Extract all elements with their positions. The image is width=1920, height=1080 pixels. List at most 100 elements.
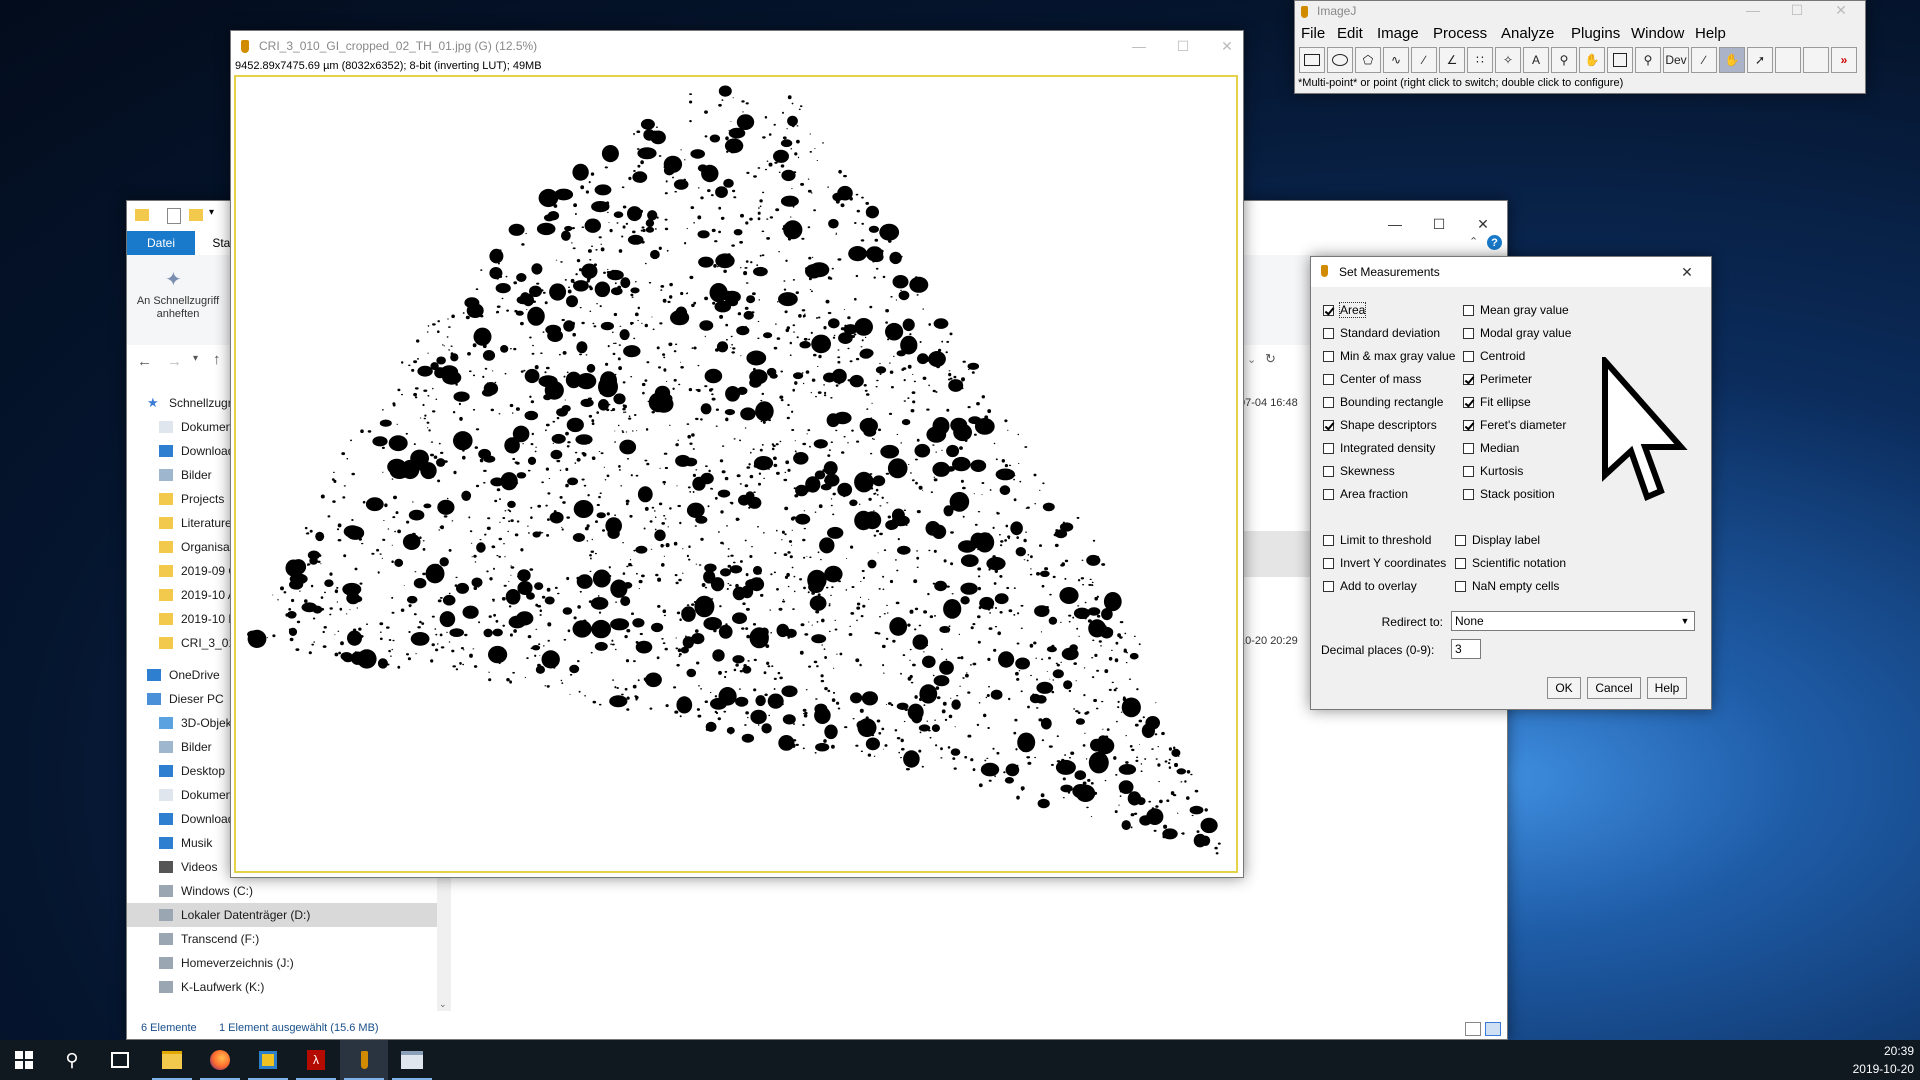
text-tool-icon[interactable]: A (1523, 47, 1549, 73)
checkbox-shape-descriptors[interactable]: Shape descriptors (1323, 418, 1437, 432)
checkbox-box[interactable] (1455, 534, 1466, 546)
freehand-tool-icon[interactable]: ∿ (1383, 47, 1409, 73)
polygon-tool-icon[interactable]: ⬠ (1355, 47, 1381, 73)
checkbox-feret-s-diameter[interactable]: Feret's diameter (1463, 418, 1566, 432)
checkbox-perimeter[interactable]: Perimeter (1463, 372, 1532, 386)
checkbox-box[interactable] (1323, 396, 1334, 408)
checkbox-median[interactable]: Median (1463, 441, 1519, 455)
checkbox-box[interactable] (1463, 442, 1474, 454)
up-arrow-icon[interactable]: ↑ (213, 351, 221, 368)
recent-dropdown-icon[interactable]: ▾ (193, 353, 198, 364)
cancel-button[interactable]: Cancel (1587, 677, 1641, 699)
checkbox-box[interactable] (1323, 580, 1334, 592)
chevron-down-icon[interactable]: ▼ (1678, 614, 1692, 628)
tab-datei[interactable]: Datei (127, 231, 195, 255)
redirect-select[interactable]: None ▼ (1451, 611, 1695, 631)
checkbox-box[interactable] (1455, 557, 1466, 569)
media-taskbar-icon[interactable] (388, 1040, 436, 1080)
app-taskbar-icon[interactable] (244, 1040, 292, 1080)
checkbox-modal-gray-value[interactable]: Modal gray value (1463, 326, 1571, 340)
multi-point-tool-icon[interactable]: ∷ (1467, 47, 1493, 73)
checkbox-box[interactable] (1323, 534, 1334, 546)
close-button[interactable]: ✕ (1665, 257, 1709, 287)
maximize-button[interactable]: ☐ (1775, 0, 1819, 25)
pencil-tool-icon[interactable]: ✋ (1719, 47, 1745, 73)
ribbon-collapse-icon[interactable]: ⌃ (1469, 235, 1478, 248)
checkbox-box[interactable] (1323, 442, 1334, 454)
checkbox-centroid[interactable]: Centroid (1463, 349, 1525, 363)
magnifier-tool-icon[interactable]: ⚲ (1551, 47, 1577, 73)
brush-tool-icon[interactable]: ∕ (1691, 47, 1717, 73)
hand-tool-icon[interactable]: ✋ (1579, 47, 1605, 73)
binary-particle-image[interactable] (236, 77, 1236, 871)
checkbox-box[interactable] (1323, 350, 1334, 362)
image-canvas[interactable] (234, 75, 1238, 873)
menu-window[interactable]: Window (1631, 25, 1684, 42)
checkbox-box[interactable] (1463, 488, 1474, 500)
checkbox-area[interactable]: Area (1323, 302, 1367, 318)
checkbox-mean-gray-value[interactable]: Mean gray value (1463, 303, 1569, 317)
checkbox-box[interactable] (1463, 373, 1474, 385)
checkbox-nan-empty-cells[interactable]: NaN empty cells (1455, 579, 1559, 593)
minimize-button[interactable]: — (1731, 0, 1775, 25)
task-view-icon[interactable] (96, 1040, 144, 1080)
line-tool-icon[interactable]: ∕ (1411, 47, 1437, 73)
nav-item[interactable]: Windows (C:) (127, 879, 437, 903)
checkbox-center-of-mass[interactable]: Center of mass (1323, 372, 1421, 386)
nav-item[interactable]: Homeverzeichnis (J:) (127, 951, 437, 975)
empty-tool-slot[interactable] (1775, 47, 1801, 73)
more-tools-icon[interactable]: » (1831, 47, 1857, 73)
checkbox-bounding-rectangle[interactable]: Bounding rectangle (1323, 395, 1443, 409)
system-clock[interactable]: 20:39 2019-10-20 (1840, 1042, 1914, 1078)
refresh-icon[interactable]: ↻ (1265, 351, 1276, 367)
checkbox-integrated-density[interactable]: Integrated density (1323, 441, 1435, 455)
checkbox-box[interactable] (1323, 327, 1334, 339)
oval-tool-icon[interactable] (1327, 47, 1353, 73)
wand-tool-icon[interactable]: ✧ (1495, 47, 1521, 73)
dev-tool-icon[interactable]: Dev (1663, 47, 1689, 73)
checkbox-kurtosis[interactable]: Kurtosis (1463, 464, 1523, 478)
checkbox-box[interactable] (1455, 580, 1466, 592)
checkbox-stack-position[interactable]: Stack position (1463, 487, 1555, 501)
checkbox-skewness[interactable]: Skewness (1323, 464, 1395, 478)
help-icon[interactable]: ? (1487, 235, 1502, 250)
ok-button[interactable]: OK (1547, 677, 1581, 699)
decimal-places-input[interactable]: 3 (1451, 639, 1481, 659)
close-button[interactable]: ✕ (1205, 31, 1249, 61)
checkbox-fit-ellipse[interactable]: Fit ellipse (1463, 395, 1531, 409)
back-arrow-icon[interactable]: ← (137, 353, 152, 370)
checkbox-standard-deviation[interactable]: Standard deviation (1323, 326, 1440, 340)
checkbox-limit-to-threshold[interactable]: Limit to threshold (1323, 533, 1431, 547)
checkbox-box[interactable] (1323, 373, 1334, 385)
pin-icon[interactable]: ✦ (165, 267, 182, 292)
file-explorer-taskbar-icon[interactable] (148, 1040, 196, 1080)
help-button[interactable]: Help (1647, 677, 1687, 699)
checkbox-area-fraction[interactable]: Area fraction (1323, 487, 1408, 501)
empty-tool-slot[interactable] (1803, 47, 1829, 73)
address-dropdown-icon[interactable]: ⌄ (1247, 353, 1256, 366)
checkbox-box[interactable] (1323, 488, 1334, 500)
menu-help[interactable]: Help (1695, 25, 1726, 42)
nav-item[interactable]: K-Laufwerk (K:) (127, 975, 437, 999)
checkbox-box[interactable] (1463, 327, 1474, 339)
checkbox-box[interactable] (1463, 465, 1474, 477)
properties-icon[interactable] (167, 208, 181, 224)
quick-access-dropdown-icon[interactable]: ▾ (209, 207, 214, 218)
checkbox-min-max-gray-value[interactable]: Min & max gray value (1323, 349, 1455, 363)
checkbox-scientific-notation[interactable]: Scientific notation (1455, 556, 1566, 570)
rectangle-tool-icon[interactable] (1299, 47, 1325, 73)
firefox-taskbar-icon[interactable] (196, 1040, 244, 1080)
pin-to-quick-access-button[interactable]: An Schnellzugriff anheften (133, 295, 223, 321)
maximize-button[interactable]: ☐ (1161, 31, 1205, 61)
menu-plugins[interactable]: Plugins (1571, 25, 1620, 42)
start-button[interactable] (0, 1040, 48, 1080)
menu-analyze[interactable]: Analyze (1501, 25, 1554, 42)
scroll-down-icon[interactable]: ⌄ (439, 999, 447, 1010)
nav-item[interactable]: Transcend (F:) (127, 927, 437, 951)
minimize-button[interactable]: — (1117, 31, 1161, 61)
search-icon[interactable]: ⚲ (48, 1040, 96, 1080)
acrobat-taskbar-icon[interactable]: λ (292, 1040, 340, 1080)
checkbox-box[interactable] (1463, 350, 1474, 362)
new-folder-icon[interactable] (189, 209, 203, 221)
checkbox-box[interactable] (1323, 557, 1334, 569)
